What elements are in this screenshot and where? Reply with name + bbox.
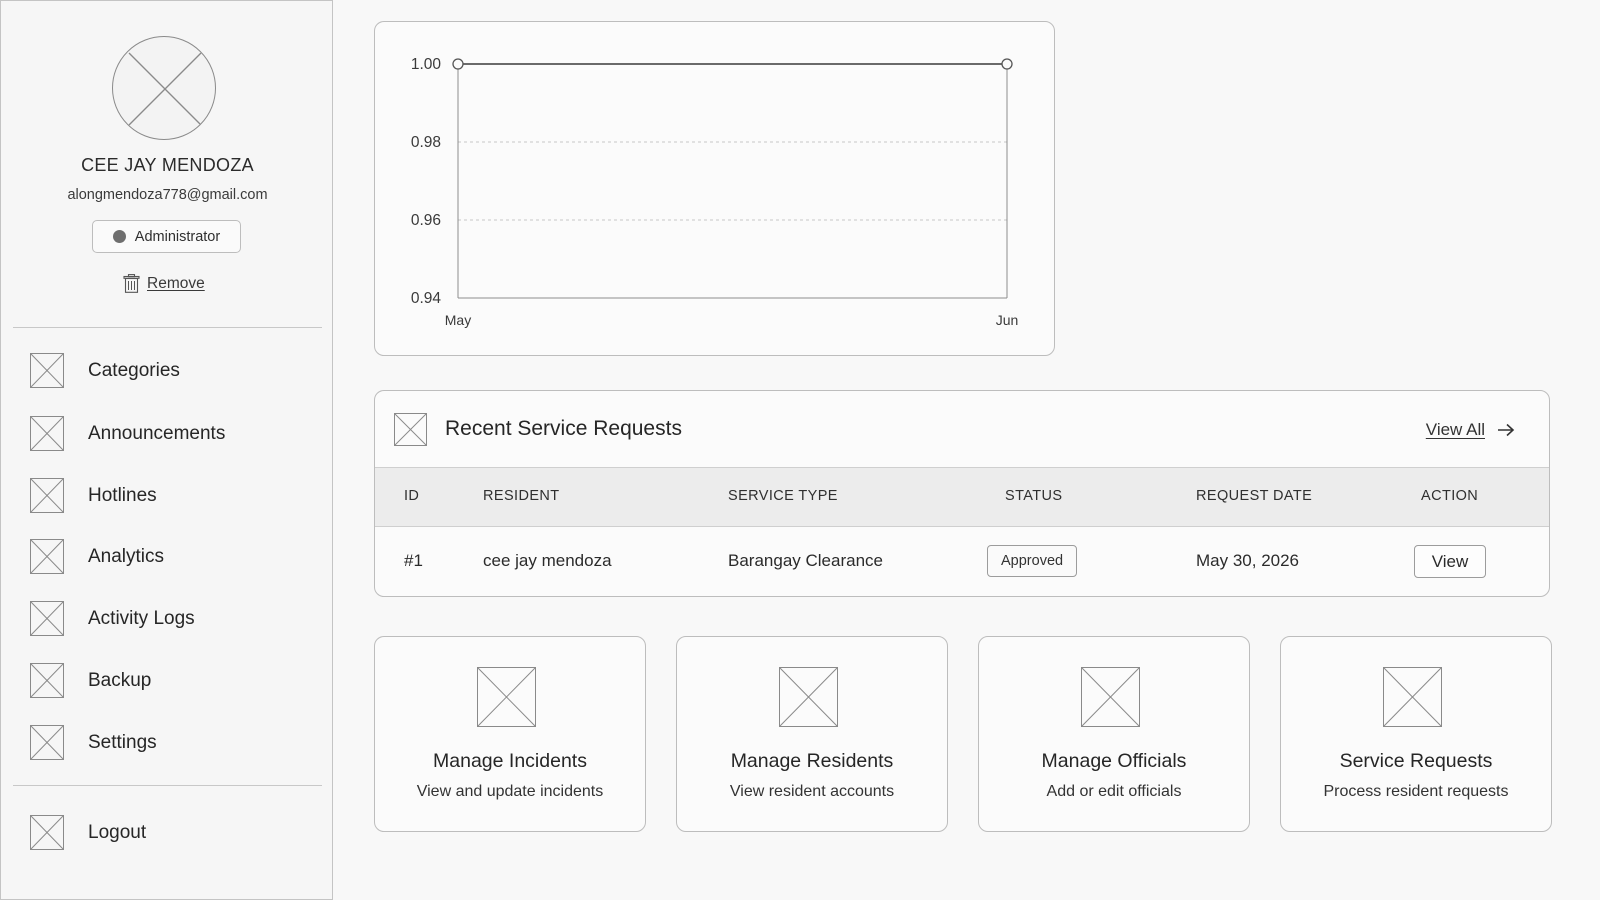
service-type: Barangay Clearance	[728, 551, 883, 570]
manage-officials-card[interactable]: Manage Officials Add or edit officials	[978, 636, 1250, 832]
analytics-icon	[30, 539, 64, 574]
announcements-icon	[30, 416, 64, 451]
sidebar-item-announcements[interactable]: Announcements	[1, 409, 334, 459]
sidebar-item-activity-logs[interactable]: Activity Logs	[1, 594, 334, 644]
sidebar-item-settings[interactable]: Settings	[1, 718, 334, 768]
role-dot-icon	[112, 230, 126, 243]
column-header-status: STATUS	[1005, 488, 1063, 504]
view-request-button[interactable]: View	[1414, 545, 1486, 578]
column-header-action: ACTION	[1421, 488, 1479, 504]
sidebar-item-backup[interactable]: Backup	[1, 656, 334, 706]
card-description: Add or edit officials	[1046, 783, 1182, 800]
sidebar-item-categories[interactable]: Categories	[1, 346, 334, 396]
officials-icon	[1081, 667, 1140, 727]
avatar	[112, 36, 216, 140]
arrow-right-icon	[1498, 423, 1515, 437]
recent-requests-header: Recent Service Requests View All	[375, 391, 1549, 468]
backup-icon	[30, 663, 64, 698]
sidebar-item-hotlines[interactable]: Hotlines	[1, 471, 334, 521]
avatar-placeholder-icon	[128, 52, 202, 126]
column-header-id: ID	[404, 488, 420, 504]
sidebar-item-label: Settings	[88, 732, 157, 753]
trash-icon	[123, 274, 140, 293]
incidents-icon	[477, 667, 536, 727]
column-header-resident: RESIDENT	[483, 488, 560, 504]
column-header-service-type: SERVICE TYPE	[728, 488, 838, 504]
column-header-request-date: REQUEST DATE	[1196, 488, 1313, 504]
service-requests-icon	[1383, 667, 1442, 727]
data-point	[1001, 58, 1013, 70]
sidebar-item-label: Hotlines	[88, 485, 157, 506]
profile-section: CEE JAY MENDOZA alongmendoza778@gmail.co…	[1, 1, 334, 331]
role-label: Administrator	[134, 228, 221, 245]
card-description: View resident accounts	[729, 783, 895, 800]
residents-icon	[779, 667, 838, 727]
recent-requests-card: Recent Service Requests View All ID RESI…	[374, 390, 1550, 597]
sidebar-item-label: Analytics	[88, 546, 165, 567]
resident-name: cee jay mendoza	[483, 551, 612, 570]
sidebar-item-label: Activity Logs	[88, 608, 195, 629]
manage-incidents-card[interactable]: Manage Incidents View and update inciden…	[374, 636, 646, 832]
data-point	[452, 58, 464, 70]
y-tick-label: 0.96	[411, 212, 441, 229]
sidebar-item-label: Announcements	[88, 423, 226, 444]
request-id: #1	[404, 551, 423, 570]
manage-residents-card[interactable]: Manage Residents View resident accounts	[676, 636, 948, 832]
logout-label: Logout	[88, 822, 147, 843]
request-date: May 30, 2026	[1196, 551, 1300, 570]
logout-icon	[30, 815, 64, 850]
table-row: #1 cee jay mendoza Barangay Clearance Ap…	[375, 527, 1549, 596]
sidebar: CEE JAY MENDOZA alongmendoza778@gmail.co…	[0, 0, 333, 900]
card-description: View and update incidents	[416, 783, 604, 800]
activity-logs-icon	[30, 601, 64, 636]
card-description: Process resident requests	[1323, 783, 1509, 800]
requests-icon	[394, 413, 427, 446]
view-all-label: View All	[1425, 420, 1485, 439]
x-tick-label: Jun	[996, 312, 1019, 328]
y-tick-label: 0.94	[411, 290, 442, 307]
role-badge: Administrator	[92, 220, 241, 253]
table-header: ID RESIDENT SERVICE TYPE STATUS REQUEST …	[375, 468, 1549, 527]
card-title: Manage Officials	[1041, 750, 1187, 772]
settings-icon	[30, 725, 64, 760]
sidebar-item-label: Categories	[88, 360, 180, 381]
hotlines-icon	[30, 478, 64, 513]
view-all-link[interactable]: View All	[1426, 420, 1515, 440]
remove-label: Remove	[147, 274, 205, 292]
card-title: Service Requests	[1339, 750, 1493, 772]
remove-avatar-link[interactable]: Remove	[123, 274, 205, 293]
analytics-chart-card: 1.00 0.98 0.96 0.94 May Jun	[374, 21, 1055, 356]
status-badge: Approved	[987, 545, 1078, 577]
card-title: Manage Incidents	[433, 750, 587, 772]
categories-icon	[30, 353, 64, 388]
logout-button[interactable]: Logout	[1, 808, 334, 858]
y-tick-label: 1.00	[411, 56, 442, 73]
sidebar-item-label: Backup	[88, 670, 152, 691]
profile-email: alongmendoza778@gmail.com	[67, 187, 268, 203]
sidebar-divider	[13, 327, 322, 328]
recent-requests-title: Recent Service Requests	[445, 417, 682, 440]
sidebar-divider	[13, 785, 322, 786]
y-tick-label: 0.98	[411, 134, 441, 151]
sidebar-item-analytics[interactable]: Analytics	[1, 532, 334, 582]
x-tick-label: May	[445, 312, 471, 328]
profile-name: CEE JAY MENDOZA	[81, 155, 254, 175]
card-title: Manage Residents	[730, 750, 894, 772]
line-chart: 1.00 0.98 0.96 0.94May Jun	[411, 56, 1019, 328]
service-requests-card[interactable]: Service Requests Process resident reques…	[1280, 636, 1552, 832]
